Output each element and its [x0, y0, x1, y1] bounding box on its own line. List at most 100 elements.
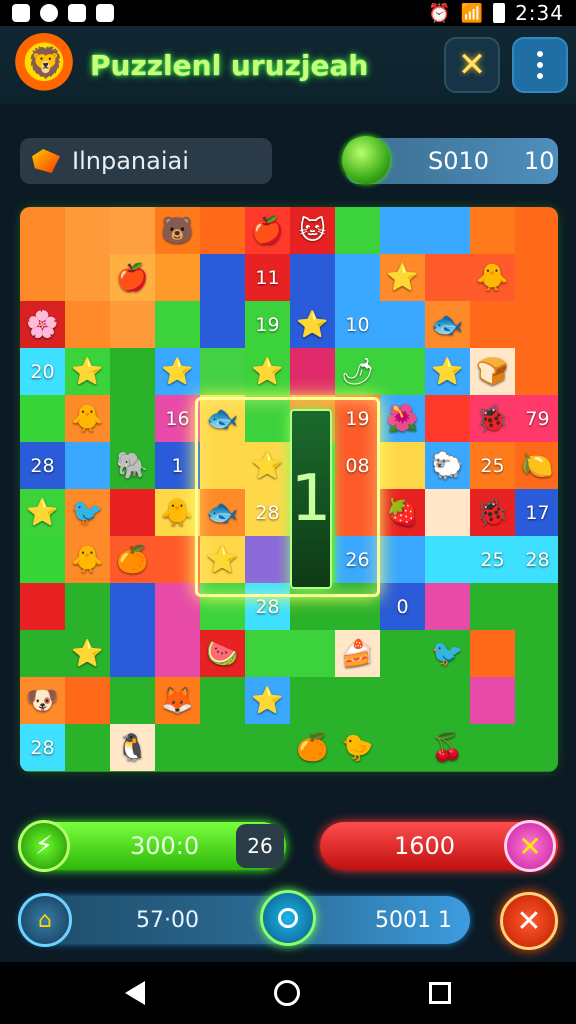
- board-tile[interactable]: [335, 254, 380, 301]
- board-tile[interactable]: 🐧: [110, 724, 155, 771]
- board-tile[interactable]: [110, 630, 155, 677]
- number-tile[interactable]: 26: [335, 536, 380, 583]
- number-tile[interactable]: 79: [515, 395, 558, 442]
- board-tile[interactable]: [335, 489, 380, 536]
- board-tile[interactable]: ⭐: [20, 489, 65, 536]
- board-tile[interactable]: ⭐: [200, 536, 245, 583]
- board-tile[interactable]: [425, 395, 470, 442]
- board-tile[interactable]: [155, 301, 200, 348]
- board-tile[interactable]: [110, 348, 155, 395]
- board-tile[interactable]: [245, 724, 290, 771]
- back-icon[interactable]: [124, 981, 145, 1005]
- board-tile[interactable]: ⭐: [245, 442, 290, 489]
- board-tile[interactable]: 🍒: [425, 724, 470, 771]
- board-tile[interactable]: [155, 630, 200, 677]
- number-tile[interactable]: 17: [515, 489, 558, 536]
- board-tile[interactable]: 🍉: [200, 630, 245, 677]
- board-tile[interactable]: [335, 583, 380, 630]
- board-tile[interactable]: 🐤: [335, 724, 380, 771]
- number-tile[interactable]: 1: [155, 442, 200, 489]
- board-tile[interactable]: ⭐: [290, 301, 335, 348]
- board-tile[interactable]: 🐻: [155, 207, 200, 254]
- board-tile[interactable]: [65, 724, 110, 771]
- board-tile[interactable]: [515, 724, 558, 771]
- board-tile[interactable]: [290, 630, 335, 677]
- board-tile[interactable]: [470, 583, 515, 630]
- board-tile[interactable]: [515, 301, 558, 348]
- board-tile[interactable]: 🌶: [335, 348, 380, 395]
- number-tile[interactable]: 0: [380, 583, 425, 630]
- board-tile[interactable]: 🐥: [65, 536, 110, 583]
- board-tile[interactable]: [155, 536, 200, 583]
- number-tile[interactable]: 25: [470, 442, 515, 489]
- board-tile[interactable]: [155, 583, 200, 630]
- progress-slider[interactable]: ⌂ 57·00 5001 1: [18, 890, 470, 947]
- board-tile[interactable]: ⭐: [380, 254, 425, 301]
- board-tile[interactable]: [65, 254, 110, 301]
- board-tile[interactable]: 🍞: [470, 348, 515, 395]
- board-tile[interactable]: [20, 207, 65, 254]
- energy-bar[interactable]: ⚡ 300:0 26: [18, 820, 286, 872]
- board-tile[interactable]: [200, 442, 245, 489]
- board-tile[interactable]: [380, 536, 425, 583]
- board-tile[interactable]: ⭐: [155, 348, 200, 395]
- board-tile[interactable]: 🐑: [425, 442, 470, 489]
- board-tile[interactable]: [65, 301, 110, 348]
- red-score-bar[interactable]: 1600 ✕: [320, 820, 558, 872]
- board-tile[interactable]: [515, 583, 558, 630]
- board-tile[interactable]: [200, 677, 245, 724]
- board-tile[interactable]: 🐱: [290, 207, 335, 254]
- board-tile[interactable]: [200, 583, 245, 630]
- board-tile[interactable]: [245, 536, 290, 583]
- number-tile[interactable]: 10: [335, 301, 380, 348]
- board-tile[interactable]: [380, 301, 425, 348]
- board-tile[interactable]: [380, 207, 425, 254]
- board-tile[interactable]: 🐘: [110, 442, 155, 489]
- board-tile[interactable]: [65, 677, 110, 724]
- board-tile[interactable]: [20, 583, 65, 630]
- board-tile[interactable]: [110, 489, 155, 536]
- board-tile[interactable]: 🍊: [110, 536, 155, 583]
- board-tile[interactable]: [245, 395, 290, 442]
- board-tile[interactable]: [425, 536, 470, 583]
- board-tile[interactable]: [20, 254, 65, 301]
- board-tile[interactable]: 🐟: [425, 301, 470, 348]
- board-tile[interactable]: 🍊: [290, 724, 335, 771]
- recents-icon[interactable]: [429, 982, 452, 1004]
- menu-button[interactable]: [512, 37, 568, 93]
- board-tile[interactable]: 🌸: [20, 301, 65, 348]
- board-tile[interactable]: 🐥: [155, 489, 200, 536]
- board-tile[interactable]: 🍓: [380, 489, 425, 536]
- board-tile[interactable]: [380, 348, 425, 395]
- board-tile[interactable]: [425, 207, 470, 254]
- board-tile[interactable]: ⭐: [65, 348, 110, 395]
- number-tile[interactable]: 28: [515, 536, 558, 583]
- board-tile[interactable]: ⭐: [65, 630, 110, 677]
- number-tile[interactable]: 11: [245, 254, 290, 301]
- board-tile[interactable]: [515, 630, 558, 677]
- board-tile[interactable]: [290, 348, 335, 395]
- number-tile[interactable]: 28: [245, 583, 290, 630]
- number-tile[interactable]: 28: [20, 724, 65, 771]
- board-tile[interactable]: [200, 301, 245, 348]
- board-tile[interactable]: [65, 442, 110, 489]
- board-tile[interactable]: 🐶: [20, 677, 65, 724]
- board-tile[interactable]: ⭐: [425, 348, 470, 395]
- board-tile[interactable]: [20, 395, 65, 442]
- board-tile[interactable]: ⭐: [245, 677, 290, 724]
- number-tile[interactable]: 08: [335, 442, 380, 489]
- board-tile[interactable]: 🐞: [470, 489, 515, 536]
- board-tile[interactable]: [245, 630, 290, 677]
- board-tile[interactable]: [110, 395, 155, 442]
- board-tile[interactable]: [65, 207, 110, 254]
- board-tile[interactable]: [515, 254, 558, 301]
- puzzle-board[interactable]: 🍒 🐤 🍊 🐧 ⭐ 🦊 🐶 🐦 🍰 🍉 ⭐ ⭐ 🍊 🐥 🐞 🍓 🐟 🐥 🐦 ⭐ 🍋 🐑 ⭐ 🐘 🐞 🌺 🐟 🐥 🍞 ⭐ 🌶 ⭐ ⭐ ⭐ 🐟 ⭐ 🌸 🐥 ⭐ 🍎…: [20, 207, 558, 772]
- board-tile[interactable]: [470, 630, 515, 677]
- board-tile[interactable]: [290, 583, 335, 630]
- board-tile[interactable]: [335, 207, 380, 254]
- board-tile[interactable]: [110, 677, 155, 724]
- number-tile[interactable]: 28: [20, 442, 65, 489]
- board-tile[interactable]: 🐟: [200, 489, 245, 536]
- board-tile[interactable]: 🐟: [200, 395, 245, 442]
- board-tile[interactable]: 🍰: [335, 630, 380, 677]
